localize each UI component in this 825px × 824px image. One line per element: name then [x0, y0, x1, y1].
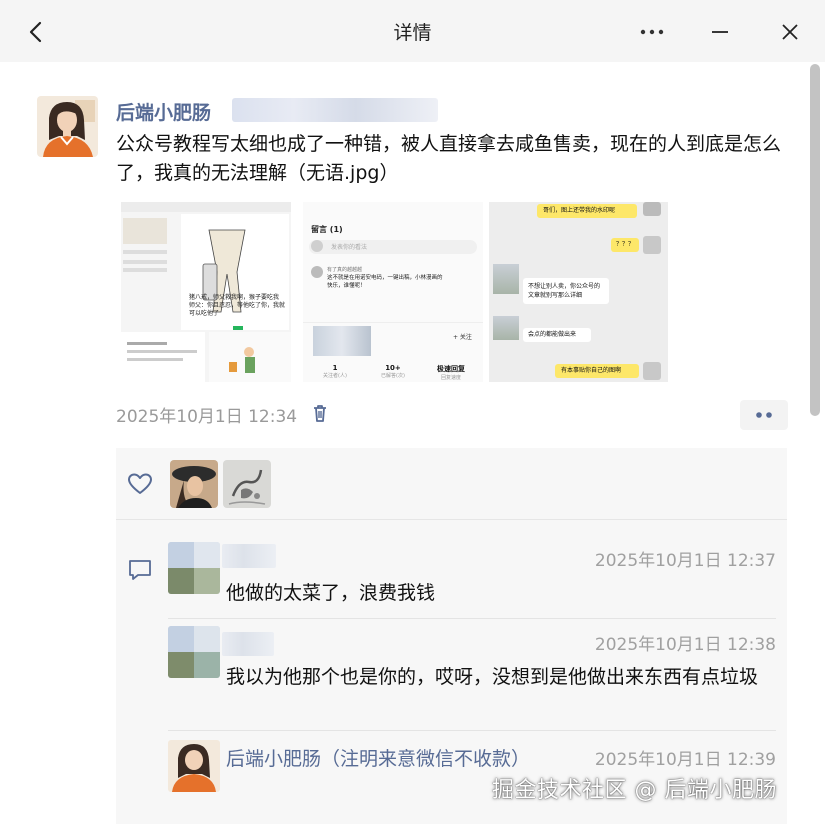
ellipsis-icon: [640, 29, 664, 35]
close-icon: [782, 24, 798, 40]
moment-detail: 后端小肥肠 公众号教程写太细也成了一种错，被人直接拿去咸鱼售卖，现在的人到底是怎…: [0, 62, 825, 824]
comment-1-avatar[interactable]: [168, 542, 220, 594]
author-signature-mosaic: [232, 98, 438, 122]
chat-avatar-4: [493, 316, 519, 340]
comment-3-avatar[interactable]: [168, 740, 220, 792]
interaction-panel: 2025年10月1日 12:37 他做的太菜了，浪费我钱 2025年10月1日 …: [116, 448, 787, 824]
comment-2-avatar[interactable]: [168, 626, 220, 678]
image-2-user-avatar: [311, 240, 323, 252]
image-2-commenter-avatar: [311, 266, 323, 278]
comment-divider-2: [168, 730, 776, 731]
liker-avatar-1[interactable]: [170, 460, 218, 508]
liker-avatar-2[interactable]: [223, 460, 271, 508]
image-2-follow: + 关注: [453, 334, 472, 341]
minimize-button[interactable]: [706, 18, 734, 46]
chat-bubble-4: 会点的都能做出来: [523, 328, 591, 342]
image-2-mosaic: [313, 326, 371, 356]
comment-1-time: 2025年10月1日 12:37: [594, 551, 776, 571]
window-title: 详情: [393, 22, 432, 44]
comment-3-time: 2025年10月1日 12:39: [594, 750, 776, 770]
comment-icon: [129, 560, 151, 580]
author-avatar[interactable]: [37, 96, 98, 157]
scrollbar[interactable]: [808, 62, 820, 822]
chat-avatar-1: [643, 202, 661, 216]
image-1-caption: 猪八戒，师父救我啊，猴子要吃我 师父：你且忍忍，等他吃了你，我就 可以吃他了: [189, 294, 286, 317]
comment-3-author-name[interactable]: 后端小肥肠（注明来意微信不收款）: [226, 744, 530, 771]
delete-button[interactable]: [309, 402, 331, 424]
image-2-header: 留言 (1): [311, 225, 343, 234]
chat-bubble-2: ？？？: [611, 238, 639, 252]
post-author-name[interactable]: 后端小肥肠: [116, 98, 211, 125]
chat-avatar-2: [643, 236, 661, 254]
post-image-2[interactable]: 留言 (1) 发表你的看法 有了真的越越越 这不就是在用诺安电码，一键出稿，小林…: [303, 202, 483, 382]
image-2-stats: 1 关注者(人) 10+ 已解答(次) 极速回复 回复速度: [323, 364, 465, 381]
post-image-3[interactable]: 哥们，图上还带我的水印呢 ？？？ 不想让别人卖，你公众号的文章就别写那么详细 会…: [489, 202, 668, 382]
comment-2-name-mosaic: [222, 632, 274, 656]
image-2-commenter-name: 有了真的越越越: [327, 267, 363, 273]
title-bar: 详情: [0, 0, 825, 62]
comment-2-time: 2025年10月1日 12:38: [594, 635, 776, 655]
post-image-grid: 猪八戒，师父救我啊，猴子要吃我 师父：你且忍忍，等他吃了你，我就 可以吃他了 留…: [121, 202, 668, 382]
two-dots-icon: [756, 412, 772, 418]
trash-icon: [314, 405, 326, 422]
chat-bubble-1: 哥们，图上还带我的水印呢: [537, 204, 637, 218]
watermark: 掘金技术社区 @ 后端小肥肠: [492, 778, 777, 803]
image-2-input: 发表你的看法: [309, 240, 477, 254]
chat-avatar-5: [643, 362, 661, 380]
post-actions-button[interactable]: [740, 400, 788, 430]
post-timestamp: 2025年10月1日 12:34: [116, 407, 298, 427]
chat-bubble-5: 有本事贴你自己的图啊: [555, 364, 639, 378]
post-text: 公众号教程写太细也成了一种错，被人直接拿去咸鱼售卖，现在的人到底是怎么了，我真的…: [116, 133, 782, 184]
likes-row: [116, 448, 787, 520]
comment-1-text: 他做的太菜了，浪费我钱: [226, 582, 436, 604]
close-button[interactable]: [776, 18, 804, 46]
heart-icon: [128, 473, 152, 494]
post-image-1[interactable]: 猪八戒，师父救我啊，猴子要吃我 师父：你且忍忍，等他吃了你，我就 可以吃他了: [121, 202, 291, 382]
more-options-button[interactable]: [634, 18, 670, 46]
scrollbar-thumb[interactable]: [810, 64, 820, 416]
image-2-divider: [303, 322, 483, 323]
comment-2-text: 我以为他那个也是你的，哎呀，没想到是他做出来东西有点垃圾: [226, 666, 759, 688]
comment-divider-1: [168, 618, 776, 619]
chat-bubble-3: 不想让别人卖，你公众号的文章就别写那么详细: [523, 278, 609, 304]
chat-avatar-3: [493, 264, 519, 294]
minimize-icon: [712, 31, 728, 33]
comment-1-name-mosaic: [222, 544, 276, 568]
image-2-comment-text: 这不就是在用诺安电码，一键出稿，小林漫画的 快乐，谁懂呢！: [327, 275, 443, 289]
